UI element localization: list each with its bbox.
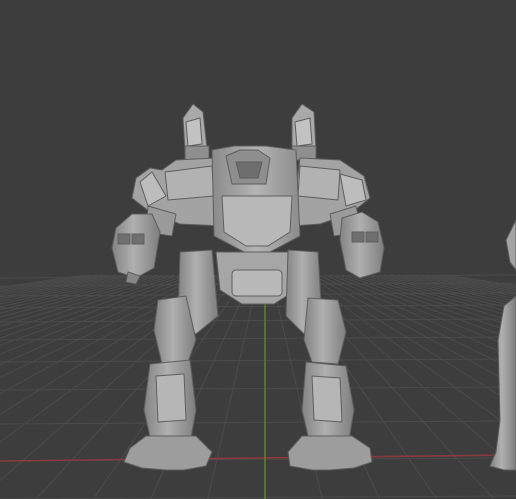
right-thigh: [303, 297, 347, 365]
right-foot: [287, 435, 373, 471]
right-arm-weapon: [339, 211, 385, 279]
viewport-canvas[interactable]: [0, 0, 516, 499]
3d-viewport[interactable]: [0, 0, 516, 499]
